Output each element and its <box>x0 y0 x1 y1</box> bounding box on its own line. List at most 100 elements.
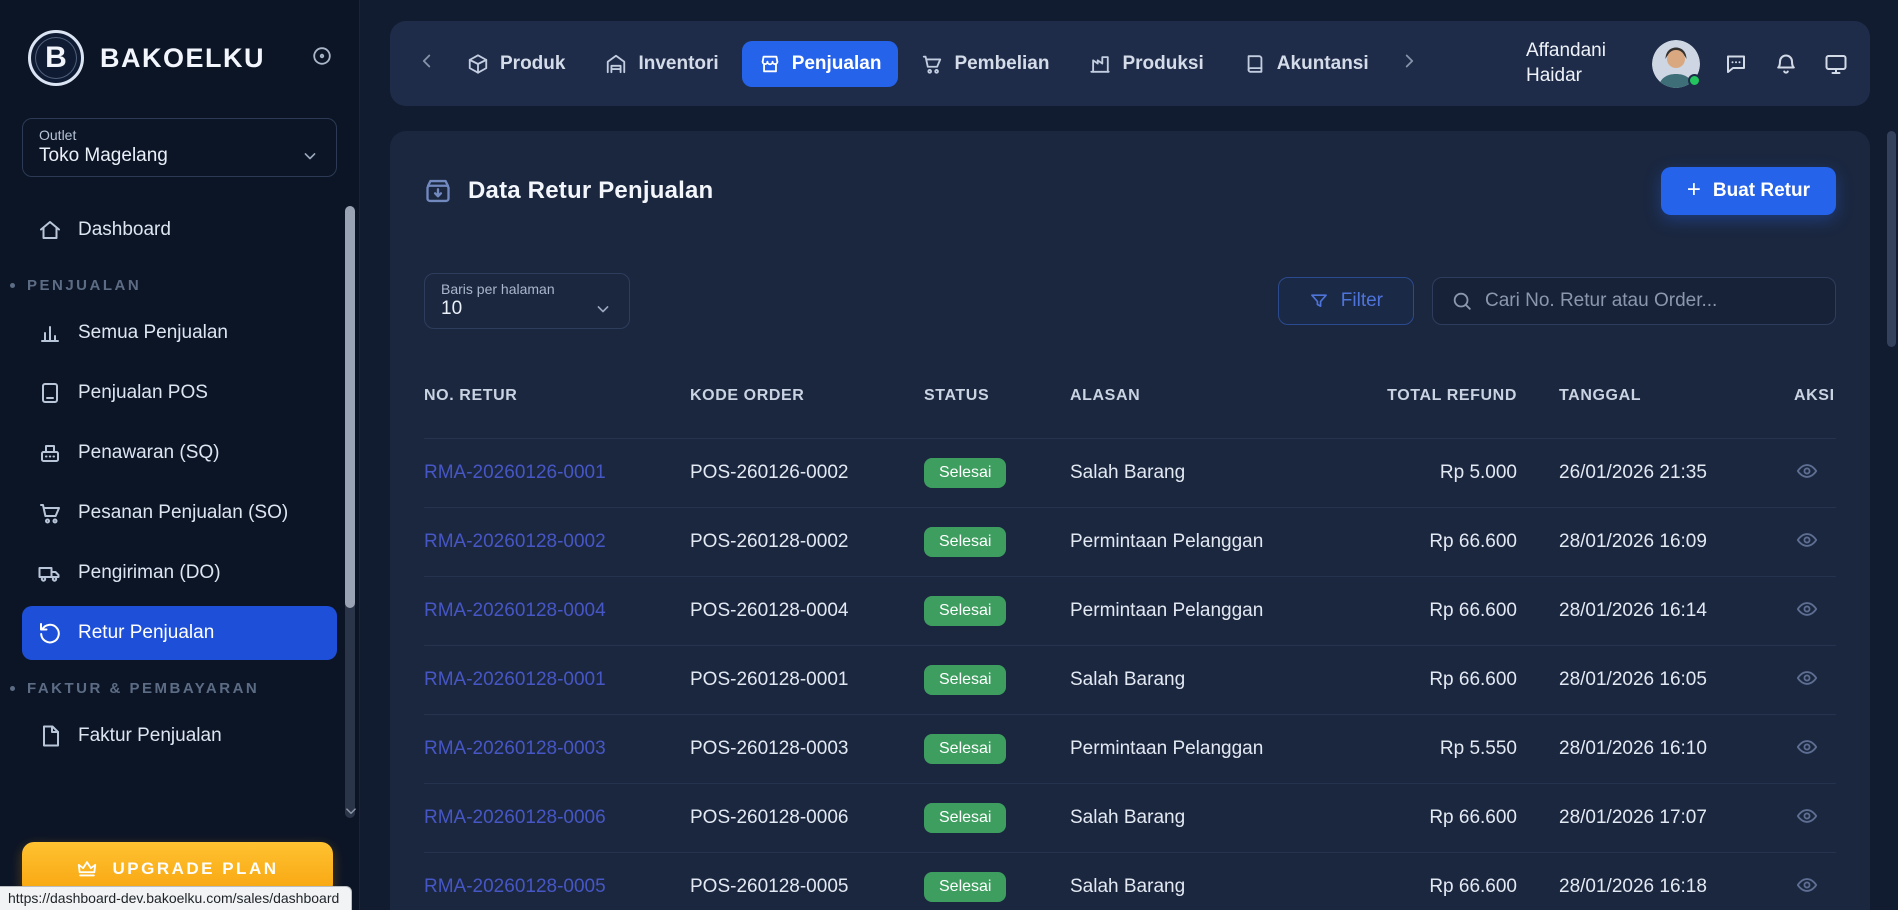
tab-label: Akuntansi <box>1277 53 1369 75</box>
sidebar-item-label: Penawaran (SQ) <box>78 442 220 464</box>
sidebar-section-label: FAKTUR & PEMBAYARAN <box>27 680 259 697</box>
user-avatar[interactable] <box>1652 40 1700 88</box>
pos-terminal-icon <box>38 381 62 405</box>
tab-label: Pembelian <box>954 53 1049 75</box>
retur-penjualan-card: Data Retur Penjualan + Buat Retur Baris … <box>390 131 1870 910</box>
chat-button[interactable] <box>1722 50 1750 78</box>
tab-label: Produk <box>500 53 565 75</box>
status-badge: Selesai <box>924 458 1006 488</box>
view-detail-button[interactable] <box>1794 665 1820 691</box>
bullet-icon <box>10 283 15 288</box>
truck-icon <box>38 561 62 585</box>
search-icon <box>1451 290 1473 312</box>
status-badge: Selesai <box>924 872 1006 902</box>
return-reason: Salah Barang <box>1070 807 1378 829</box>
rows-per-page-select[interactable]: Baris per halaman 10 <box>424 273 630 329</box>
tab-produksi[interactable]: Produksi <box>1072 41 1220 87</box>
search-input[interactable] <box>1485 290 1817 312</box>
nav-scroll-left-button[interactable] <box>410 44 444 83</box>
sidebar-item-dashboard[interactable]: Dashboard <box>22 203 337 257</box>
filter-label: Filter <box>1341 290 1383 312</box>
sidebar-scrollbar-thumb[interactable] <box>345 206 355 608</box>
eye-icon <box>1796 736 1818 758</box>
order-code: POS-260128-0001 <box>690 669 924 691</box>
return-arrow-icon <box>38 621 62 645</box>
view-detail-button[interactable] <box>1794 734 1820 760</box>
nav-scroll-right-button[interactable] <box>1392 44 1426 83</box>
top-navbar: Produk Inventori Penjualan Pembelian Pro… <box>390 21 1870 106</box>
sidebar-item-penjualan-pos[interactable]: Penjualan POS <box>22 366 337 420</box>
status-badge: Selesai <box>924 734 1006 764</box>
view-detail-button[interactable] <box>1794 458 1820 484</box>
sidebar-item-penawaran-sq[interactable]: Penawaran (SQ) <box>22 426 337 480</box>
view-detail-button[interactable] <box>1794 527 1820 553</box>
chevron-down-icon <box>593 299 613 319</box>
sidebar-item-label: Penjualan POS <box>78 382 208 404</box>
return-number-link[interactable]: RMA-20260126-0001 <box>424 462 690 484</box>
return-number-link[interactable]: RMA-20260128-0001 <box>424 669 690 691</box>
notifications-button[interactable] <box>1772 50 1800 78</box>
return-box-icon <box>424 177 452 205</box>
return-reason: Permintaan Pelanggan <box>1070 600 1378 622</box>
filter-button[interactable]: Filter <box>1278 277 1414 325</box>
sidebar-item-pesanan-penjualan-so[interactable]: Pesanan Penjualan (SO) <box>22 486 337 540</box>
chat-icon <box>1724 52 1748 76</box>
return-date: 26/01/2026 21:35 <box>1559 462 1792 484</box>
total-refund: Rp 5.550 <box>1378 738 1559 760</box>
bell-icon <box>1774 52 1798 76</box>
view-detail-button[interactable] <box>1794 803 1820 829</box>
view-detail-button[interactable] <box>1794 596 1820 622</box>
return-number-link[interactable]: RMA-20260128-0004 <box>424 600 690 622</box>
sidebar: B BAKOELKU Outlet Toko Magelang Dashboar… <box>0 0 360 910</box>
scroll-down-arrow-icon[interactable] <box>342 802 360 820</box>
table-row: RMA-20260128-0001 POS-260128-0001 Selesa… <box>424 645 1836 714</box>
sidebar-section-penjualan: PENJUALAN <box>10 263 337 306</box>
sidebar-menu: Dashboard PENJUALAN Semua Penjualan Penj… <box>0 191 359 763</box>
sidebar-item-pengiriman-do[interactable]: Pengiriman (DO) <box>22 546 337 600</box>
tab-penjualan[interactable]: Penjualan <box>742 41 899 87</box>
sidebar-item-retur-penjualan[interactable]: Retur Penjualan <box>22 606 337 660</box>
app-root: B BAKOELKU Outlet Toko Magelang Dashboar… <box>0 0 1898 910</box>
return-reason: Salah Barang <box>1070 876 1378 898</box>
sidebar-item-faktur-penjualan[interactable]: Faktur Penjualan <box>22 709 337 763</box>
return-date: 28/01/2026 17:07 <box>1559 807 1792 829</box>
table-row: RMA-20260128-0004 POS-260128-0004 Selesa… <box>424 576 1836 645</box>
col-header-tanggal: TANGGAL <box>1559 387 1792 405</box>
upgrade-plan-label: UPGRADE PLAN <box>112 859 278 879</box>
outlet-value: Toko Magelang <box>39 145 168 167</box>
sidebar-item-label: Pesanan Penjualan (SO) <box>78 502 288 524</box>
eye-icon <box>1796 598 1818 620</box>
outlet-label: Outlet <box>39 127 320 143</box>
sidebar-item-label: Retur Penjualan <box>78 622 214 644</box>
sidebar-item-label: Pengiriman (DO) <box>78 562 221 584</box>
table-header-row: NO. RETUR KODE ORDER STATUS ALASAN TOTAL… <box>424 384 1836 438</box>
tab-pembelian[interactable]: Pembelian <box>904 41 1066 87</box>
target-icon[interactable] <box>311 45 333 72</box>
tab-produk[interactable]: Produk <box>450 41 582 87</box>
outlet-select[interactable]: Outlet Toko Magelang <box>22 118 337 177</box>
return-number-link[interactable]: RMA-20260128-0006 <box>424 807 690 829</box>
tab-akuntansi[interactable]: Akuntansi <box>1227 41 1386 87</box>
display-mode-button[interactable] <box>1822 50 1850 78</box>
sidebar-scrollbar-track[interactable] <box>345 206 355 818</box>
tab-inventori[interactable]: Inventori <box>588 41 735 87</box>
storefront-icon <box>759 53 781 75</box>
retur-table: NO. RETUR KODE ORDER STATUS ALASAN TOTAL… <box>424 384 1836 910</box>
sidebar-item-semua-penjualan[interactable]: Semua Penjualan <box>22 306 337 360</box>
view-detail-button[interactable] <box>1794 872 1820 898</box>
rows-per-page-label: Baris per halaman <box>441 281 613 297</box>
page-scrollbar-thumb[interactable] <box>1887 131 1896 347</box>
eye-icon <box>1796 667 1818 689</box>
table-row: RMA-20260128-0002 POS-260128-0002 Selesa… <box>424 507 1836 576</box>
status-url-bar: https://dashboard-dev.bakoelku.com/sales… <box>0 886 352 910</box>
book-icon <box>1244 53 1266 75</box>
order-code: POS-260126-0002 <box>690 462 924 484</box>
rows-per-page-value: 10 <box>441 298 462 320</box>
eye-icon <box>1796 874 1818 896</box>
bullet-icon <box>10 686 15 691</box>
col-header-status: STATUS <box>924 387 1070 405</box>
buat-retur-button[interactable]: + Buat Retur <box>1661 167 1836 215</box>
return-number-link[interactable]: RMA-20260128-0005 <box>424 876 690 898</box>
return-number-link[interactable]: RMA-20260128-0003 <box>424 738 690 760</box>
return-number-link[interactable]: RMA-20260128-0002 <box>424 531 690 553</box>
